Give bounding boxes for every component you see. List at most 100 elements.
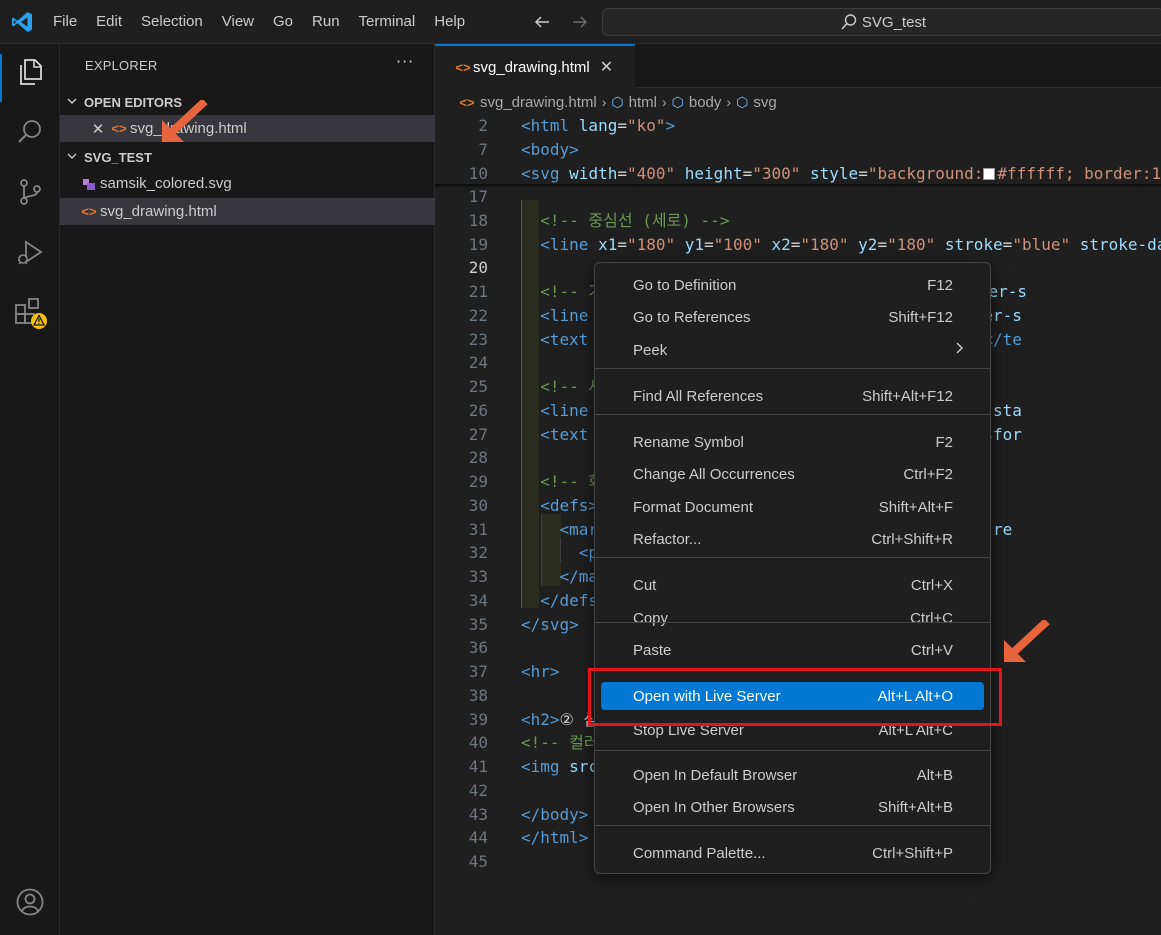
token: "blue": [1012, 234, 1080, 254]
menu-item-label: Rename Symbol: [633, 433, 744, 451]
token: width: [569, 164, 618, 183]
account-icon[interactable]: [12, 884, 48, 920]
keybinding: Shift+Alt+F: [878, 498, 953, 516]
menu-item-label: Peek: [633, 341, 668, 359]
keybinding: Shift+F12: [888, 308, 953, 326]
token: =: [790, 234, 801, 254]
extensions-icon[interactable]: [12, 294, 48, 330]
line-text: </svg>: [521, 613, 579, 637]
open-editor-item[interactable]: ✕ <> svg_drawing.html: [60, 115, 435, 142]
menu-item-format-document[interactable]: Format Document Shift+Alt+F: [601, 493, 984, 521]
menu-file[interactable]: File: [44, 0, 87, 44]
token: <!-- 컬러: [521, 733, 599, 753]
workspace-folder-header[interactable]: SVG_TEST: [60, 145, 435, 169]
line-number: 37: [468, 662, 488, 681]
close-icon[interactable]: ✕: [88, 120, 108, 138]
menu-item-refactor[interactable]: Refactor... Ctrl+Shift+R: [601, 525, 984, 553]
back-arrow-icon[interactable]: [530, 10, 554, 34]
token: =: [617, 234, 627, 254]
token: <html: [521, 116, 579, 135]
token: re: [993, 519, 1013, 539]
keybinding: Ctrl+Shift+P: [872, 844, 953, 862]
command-center-search[interactable]: SVG_test: [602, 8, 1161, 36]
token: "100": [713, 234, 772, 254]
line-number: 38: [468, 685, 488, 705]
menu-go[interactable]: Go: [264, 0, 303, 44]
keybinding: F12: [927, 276, 953, 294]
menu-item-cut[interactable]: Cut Ctrl+X: [601, 571, 984, 599]
menu-run[interactable]: Run: [303, 0, 350, 44]
search-icon: [841, 14, 857, 30]
line-number: 42: [468, 780, 488, 800]
code-line[interactable]: 17: [435, 185, 1161, 209]
workspace-folder-label: SVG_TEST: [84, 149, 152, 165]
menu-item-change-all-occurrences[interactable]: Change All Occurrences Ctrl+F2: [601, 460, 984, 488]
menu-item-go-to-definition[interactable]: Go to Definition F12: [601, 271, 984, 299]
line-number: 39: [468, 709, 488, 729]
line-text: <!-- 화: [521, 470, 603, 494]
token: <text: [521, 424, 599, 444]
token: lang: [578, 116, 618, 135]
menu-item-go-to-references[interactable]: Go to References Shift+F12: [601, 303, 984, 331]
menu-item-peek[interactable]: Peek: [601, 336, 984, 364]
line-number: 26: [468, 400, 488, 420]
line-text: <html lang="ko">: [521, 114, 675, 138]
line-number: 44: [468, 828, 488, 848]
chevron-down-icon: [60, 150, 84, 165]
line-number: 28: [468, 448, 488, 468]
html-file-icon: <>: [81, 204, 97, 219]
vscode-logo-icon[interactable]: [10, 10, 34, 34]
menu-item-open-in-default-browser[interactable]: Open In Default Browser Alt+B: [601, 761, 984, 789]
source-control-icon[interactable]: [12, 174, 48, 210]
menu-item-paste[interactable]: Paste Ctrl+V: [601, 636, 984, 664]
menu-view[interactable]: View: [213, 0, 264, 44]
line-number: 17: [468, 187, 488, 206]
code-line[interactable]: 10 <svg width="400" height="300" style="b…: [435, 162, 1161, 186]
line-text: <!-- 컬러: [521, 731, 599, 755]
menu-item-open-in-other-browsers[interactable]: Open In Other Browsers Shift+Alt+B: [601, 793, 984, 821]
more-actions-icon[interactable]: ···: [396, 52, 414, 71]
menu-item-label: Copy: [633, 609, 669, 627]
menu-item-command-palette[interactable]: Command Palette... Ctrl+Shift+P: [601, 839, 984, 867]
token: #ffffff; border:1: [997, 164, 1161, 183]
token: <body>: [521, 140, 579, 159]
menu-selection[interactable]: Selection: [132, 0, 213, 44]
token: "180": [626, 234, 685, 254]
code-line[interactable]: 7 <body>: [435, 138, 1161, 162]
menu-item-rename-symbol[interactable]: Rename Symbol F2: [601, 428, 984, 456]
token: <!-- 가: [521, 282, 604, 301]
file-item-svg-drawing-html[interactable]: <> svg_drawing.html: [60, 198, 435, 225]
line-number: 41: [468, 757, 488, 776]
code-line[interactable]: 2 <html lang="ko">: [435, 114, 1161, 138]
menu-item-find-all-references[interactable]: Find All References Shift+Alt+F12: [601, 382, 984, 410]
open-editors-header[interactable]: OPEN EDITORS: [60, 90, 435, 114]
line-number: 25: [468, 377, 488, 396]
line-number: 22: [468, 305, 488, 325]
color-swatch-icon[interactable]: [983, 168, 996, 180]
code-line[interactable]: 19 <line x1="180" y1="100" x2="180" y2="…: [435, 233, 1161, 257]
line-number: 18: [468, 210, 488, 230]
file-item-samsik-colored-svg[interactable]: samsik_colored.svg: [60, 170, 435, 197]
chevron-down-icon: [60, 95, 84, 110]
line-text: </ma: [521, 565, 599, 589]
code-line[interactable]: 18 <!-- 중심선 (세로) -->: [435, 209, 1161, 233]
menu-terminal[interactable]: Terminal: [350, 0, 426, 44]
token: <line: [521, 400, 599, 420]
line-text: </html>: [521, 826, 588, 850]
menu-edit[interactable]: Edit: [87, 0, 132, 44]
menu-item-copy[interactable]: Copy Ctrl+C: [601, 604, 984, 632]
token: <svg: [521, 164, 570, 183]
line-text: <!-- 중심선 (세로) -->: [521, 209, 729, 233]
token: >: [665, 116, 676, 135]
line-number: 24: [468, 353, 488, 373]
run-debug-icon[interactable]: [12, 234, 48, 270]
explorer-icon[interactable]: [12, 54, 48, 90]
line-number: 20: [468, 258, 488, 278]
search-view-icon[interactable]: [12, 114, 48, 150]
token: <h2>: [521, 709, 560, 729]
line-number: 32: [468, 543, 488, 563]
forward-arrow-icon[interactable]: [568, 10, 592, 34]
chevron-right-icon: [953, 341, 965, 360]
line-number: 40: [468, 733, 488, 753]
menu-help[interactable]: Help: [425, 0, 475, 44]
